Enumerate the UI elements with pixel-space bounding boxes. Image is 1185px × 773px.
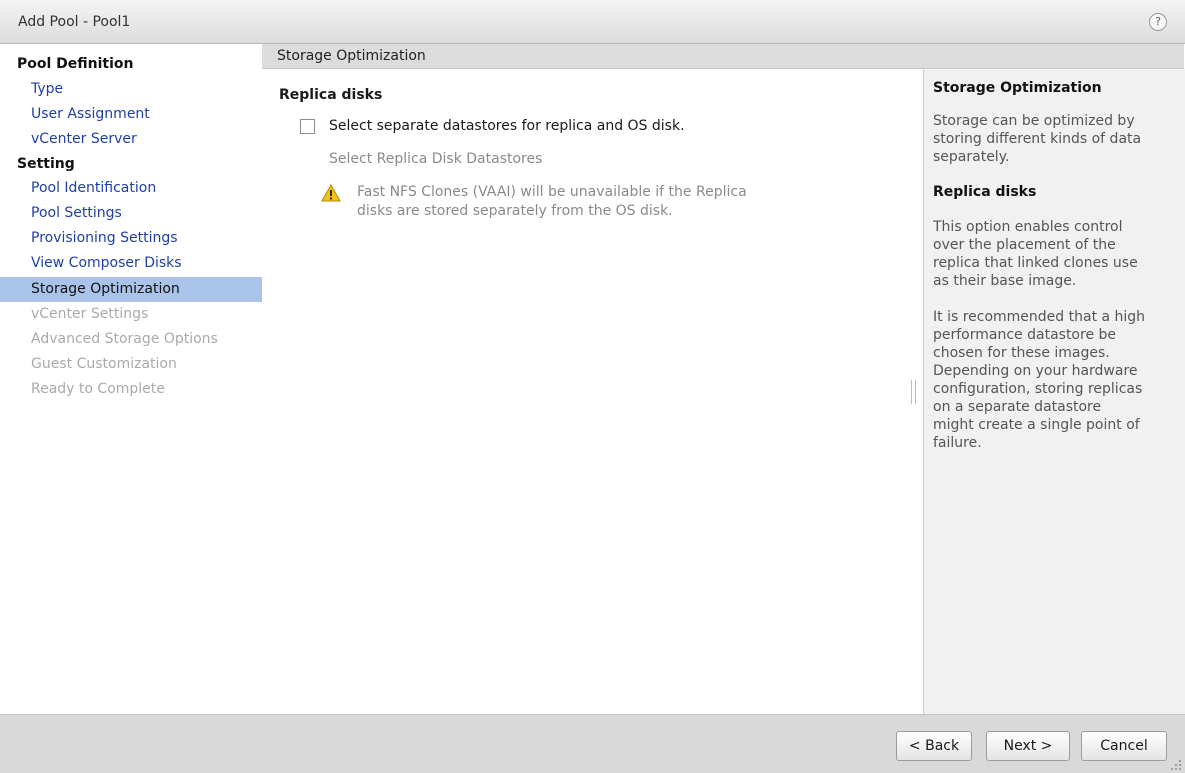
- help-line: Storage can be optimized by: [933, 113, 1135, 129]
- help-paragraph-1: This option enables control over the pla…: [933, 218, 1179, 290]
- back-button[interactable]: < Back: [896, 731, 972, 761]
- nav-item-vcenter-settings: vCenter Settings: [31, 306, 149, 322]
- help-line: might create a single point of: [933, 417, 1140, 433]
- wizard-step-nav: Pool Definition Type User Assignment vCe…: [0, 44, 262, 714]
- page-header: Storage Optimization: [262, 44, 1184, 69]
- separate-datastores-checkbox[interactable]: [300, 119, 315, 134]
- help-subtitle: Replica disks: [933, 184, 1037, 200]
- help-line: storing different kinds of data: [933, 131, 1142, 147]
- window-titlebar: Add Pool - Pool1 ?: [0, 0, 1185, 44]
- replica-datastores-label: Select Replica Disk Datastores: [329, 151, 543, 167]
- window-title: Add Pool - Pool1: [18, 14, 131, 30]
- replica-disks-heading: Replica disks: [279, 87, 383, 103]
- warning-line: Fast NFS Clones (VAAI) will be unavailab…: [357, 184, 747, 200]
- help-line: This option enables control: [933, 219, 1123, 235]
- panel-splitter-handle[interactable]: [911, 380, 916, 404]
- nav-item-user-assignment[interactable]: User Assignment: [0, 102, 262, 127]
- nav-item-provisioning-settings[interactable]: Provisioning Settings: [0, 226, 262, 251]
- help-line: failure.: [933, 435, 982, 451]
- nav-item-guest-customization: Guest Customization: [31, 356, 177, 372]
- help-panel: Storage Optimization Storage can be opti…: [923, 69, 1185, 714]
- nav-section-pool-definition: Pool Definition: [17, 56, 134, 72]
- help-icon[interactable]: ?: [1149, 13, 1167, 31]
- page-title: Storage Optimization: [277, 48, 426, 64]
- help-line: It is recommended that a high: [933, 309, 1146, 325]
- help-line: Depending on your hardware: [933, 363, 1138, 379]
- help-line: as their base image.: [933, 273, 1077, 289]
- nav-item-view-composer-disks[interactable]: View Composer Disks: [0, 251, 262, 276]
- help-title: Storage Optimization: [933, 80, 1102, 96]
- warning-line: disks are stored separately from the OS …: [357, 203, 673, 219]
- help-line: separately.: [933, 149, 1010, 165]
- help-line: configuration, storing replicas: [933, 381, 1143, 397]
- nav-item-pool-identification[interactable]: Pool Identification: [0, 176, 262, 201]
- nav-item-advanced-storage-options: Advanced Storage Options: [31, 331, 218, 347]
- cancel-button[interactable]: Cancel: [1081, 731, 1167, 761]
- help-line: chosen for these images.: [933, 345, 1110, 361]
- nav-item-vcenter-server[interactable]: vCenter Server: [0, 127, 262, 152]
- warning-icon: [321, 184, 341, 202]
- help-line: over the placement of the: [933, 237, 1116, 253]
- nav-section-setting: Setting: [17, 156, 75, 172]
- vaai-warning-text: Fast NFS Clones (VAAI) will be unavailab…: [357, 183, 827, 221]
- resize-grip-icon[interactable]: [1167, 756, 1183, 772]
- main-content: Replica disks Select separate datastores…: [262, 69, 923, 714]
- help-paragraph-2: It is recommended that a high performanc…: [933, 308, 1179, 452]
- nav-item-ready-to-complete: Ready to Complete: [31, 381, 165, 397]
- help-intro: Storage can be optimized by storing diff…: [933, 112, 1179, 166]
- nav-item-type[interactable]: Type: [0, 77, 262, 102]
- wizard-footer: < Back Next > Cancel: [0, 714, 1185, 773]
- help-line: replica that linked clones use: [933, 255, 1138, 271]
- next-button[interactable]: Next >: [986, 731, 1070, 761]
- help-line: performance datastore be: [933, 327, 1117, 343]
- separate-datastores-label[interactable]: Select separate datastores for replica a…: [329, 118, 685, 134]
- nav-item-storage-optimization[interactable]: Storage Optimization: [0, 277, 262, 302]
- help-line: on a separate datastore: [933, 399, 1102, 415]
- nav-item-pool-settings[interactable]: Pool Settings: [0, 201, 262, 226]
